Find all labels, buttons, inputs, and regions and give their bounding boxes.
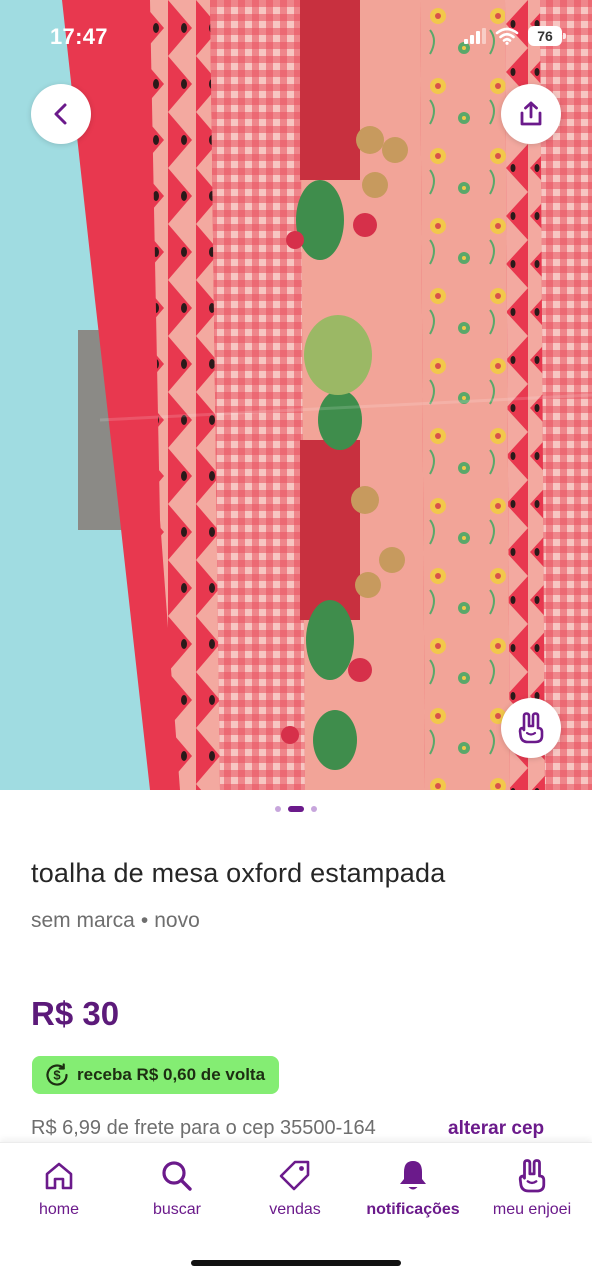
back-button[interactable] <box>31 84 91 144</box>
cashback-icon: $ <box>46 1063 68 1086</box>
bell-icon <box>400 1161 426 1190</box>
nav-label-search: buscar <box>152 1201 202 1218</box>
search-icon <box>162 1161 192 1191</box>
carousel-indicator <box>0 806 592 812</box>
shipping-info: R$ 6,99 de frete para o cep 35500-164 <box>31 1117 376 1139</box>
share-button[interactable] <box>501 84 561 144</box>
nav-label-sales: vendas <box>269 1201 321 1218</box>
nav-label-my-enjoei: meu enjoei <box>492 1201 572 1218</box>
nav-label-home: home <box>38 1201 80 1218</box>
nav-item-sales[interactable]: vendas <box>236 1157 354 1219</box>
carousel-dot[interactable] <box>275 806 281 812</box>
battery-indicator: 76 <box>528 26 566 46</box>
enjoei-button[interactable] <box>501 698 561 758</box>
share-icon <box>520 101 542 126</box>
nav-item-search[interactable]: buscar <box>118 1157 236 1219</box>
svg-text:$: $ <box>53 1068 61 1083</box>
nav-label-notifications: notificações <box>366 1201 460 1218</box>
product-photo[interactable]: 17:47 76 <box>0 0 592 790</box>
rock-hand-icon <box>518 712 544 744</box>
product-price: R$ 30 <box>31 995 120 1032</box>
price-tag-icon <box>279 1160 310 1191</box>
chevron-left-icon <box>54 103 67 125</box>
subtitle-separator: • <box>140 909 149 932</box>
wifi-icon <box>495 27 519 45</box>
cashback-badge[interactable]: $ receba R$ 0,60 de volta <box>32 1056 280 1094</box>
status-time: 17:47 <box>50 24 108 49</box>
home-indicator[interactable] <box>191 1260 401 1266</box>
rock-hand-icon <box>518 1159 546 1193</box>
carousel-dot-active[interactable] <box>288 806 304 812</box>
cashback-text: receba R$ 0,60 de volta <box>77 1065 266 1084</box>
carousel-dot[interactable] <box>311 806 317 812</box>
product-brand[interactable]: sem marca <box>31 909 135 932</box>
change-cep-link[interactable]: alterar cep <box>448 1118 544 1140</box>
product-title: toalha de mesa oxford estampada <box>31 858 446 888</box>
cellular-signal-icon <box>464 28 486 44</box>
home-icon <box>45 1162 73 1190</box>
status-icons: 76 <box>464 26 566 46</box>
nav-item-my-enjoei[interactable]: meu enjoei <box>473 1157 591 1219</box>
nav-item-notifications[interactable]: notificações <box>354 1157 472 1219</box>
product-condition: novo <box>154 909 200 932</box>
nav-item-home[interactable]: home <box>0 1157 118 1219</box>
product-subtitle: sem marca • novo <box>31 909 200 933</box>
